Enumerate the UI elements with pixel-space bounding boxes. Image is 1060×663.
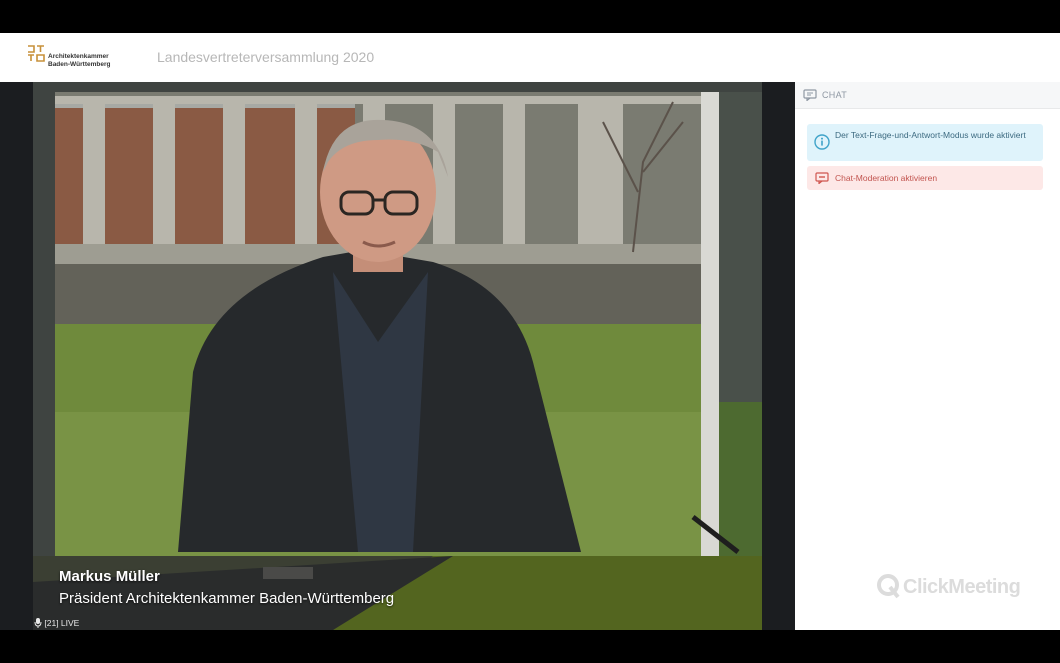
chat-bubble-icon [803, 89, 817, 101]
chat-header[interactable]: CHAT [795, 82, 1060, 109]
chat-title: CHAT [822, 90, 848, 100]
top-black-bar [0, 0, 1060, 33]
clickmeeting-watermark: ClickMeeting [903, 576, 1021, 598]
info-message-text: Der Text-Frage-und-Antwort-Modus wurde a… [835, 130, 1026, 140]
logo-line-2: Baden-Württemberg [48, 61, 111, 68]
info-icon [814, 134, 830, 150]
app-header: Architektenkammer Baden-Württemberg Land… [0, 33, 1060, 83]
moderation-message-text: Chat-Moderation aktivieren [835, 173, 938, 183]
chat-panel: CHAT Der Text-Frage-und-Antwort-Modus wu… [795, 82, 1060, 630]
live-status-text: [21] LIVE [44, 618, 80, 628]
bottom-black-bar [0, 630, 1060, 663]
organization-logo-text: Architektenkammer Baden-Württemberg [48, 53, 110, 69]
live-indicator: [21] LIVE [34, 618, 79, 628]
chat-moderation-message[interactable]: Chat-Moderation aktivieren [807, 166, 1043, 190]
presenter-video[interactable] [33, 82, 762, 630]
presenter-video-frame-image [33, 82, 762, 630]
moderation-icon [815, 172, 829, 184]
video-stage [0, 82, 795, 630]
clickmeeting-logo-icon [877, 574, 900, 599]
architektenkammer-logo-icon [28, 45, 45, 62]
microphone-icon [34, 618, 42, 628]
speaker-name-caption: Markus Müller [59, 568, 160, 585]
chat-system-message-info: Der Text-Frage-und-Antwort-Modus wurde a… [807, 124, 1043, 161]
logo-line-1: Architektenkammer [48, 53, 109, 60]
speaker-role-caption: Präsident Architektenkammer Baden-Württe… [59, 590, 395, 607]
event-title: Landesvertreterversammlung 2020 [157, 49, 375, 65]
